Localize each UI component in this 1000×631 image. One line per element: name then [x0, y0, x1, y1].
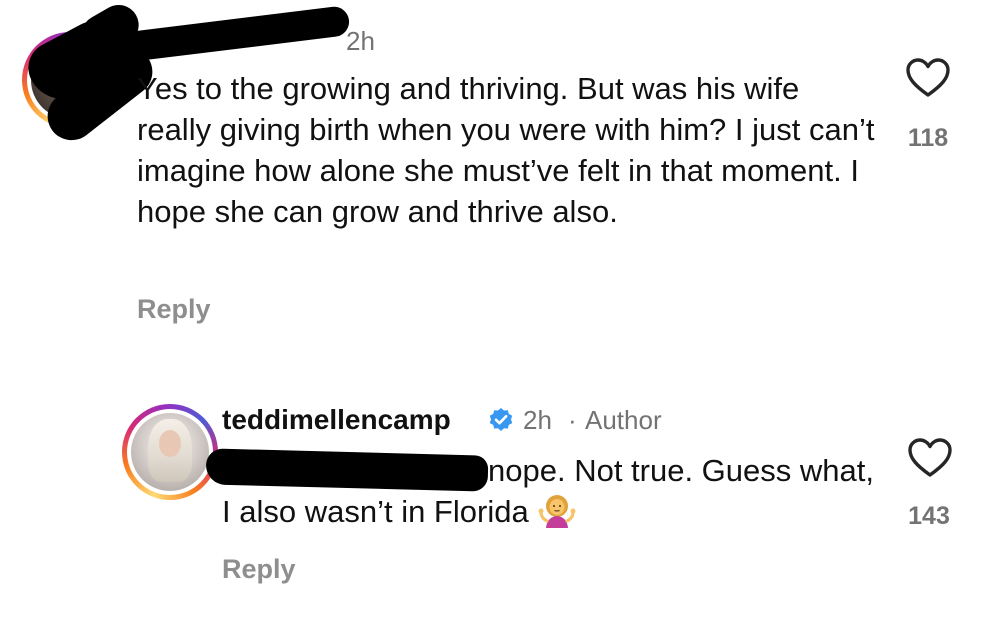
comment-2: teddimellencamp 2h · Author nope. Not tr… [0, 380, 1000, 631]
heart-outline-icon[interactable] [906, 58, 950, 98]
author-label: Author [585, 405, 662, 435]
meta-separator: · [568, 405, 577, 435]
heart-outline-icon[interactable] [908, 438, 952, 478]
like-count: 118 [907, 124, 949, 152]
author-avatar[interactable] [122, 404, 218, 500]
woman-shrugging-emoji [538, 495, 576, 528]
avatar-photo [131, 413, 209, 491]
comment-username[interactable]: teddimellencamp [222, 404, 451, 436]
comment-text: nope. Not true. Guess what, I also wasn’… [222, 450, 882, 532]
verified-badge-icon [489, 408, 513, 431]
like-count: 143 [908, 502, 950, 530]
comment-timestamp: 2h [523, 405, 552, 435]
comment-timestamp: 2h [346, 26, 375, 56]
comment-1: 2h Yes to the growing and thriving. But … [0, 0, 1000, 340]
comment-text: Yes to the growing and thriving. But was… [137, 71, 875, 229]
reply-button[interactable]: Reply [137, 294, 211, 325]
reply-button[interactable]: Reply [222, 554, 296, 585]
